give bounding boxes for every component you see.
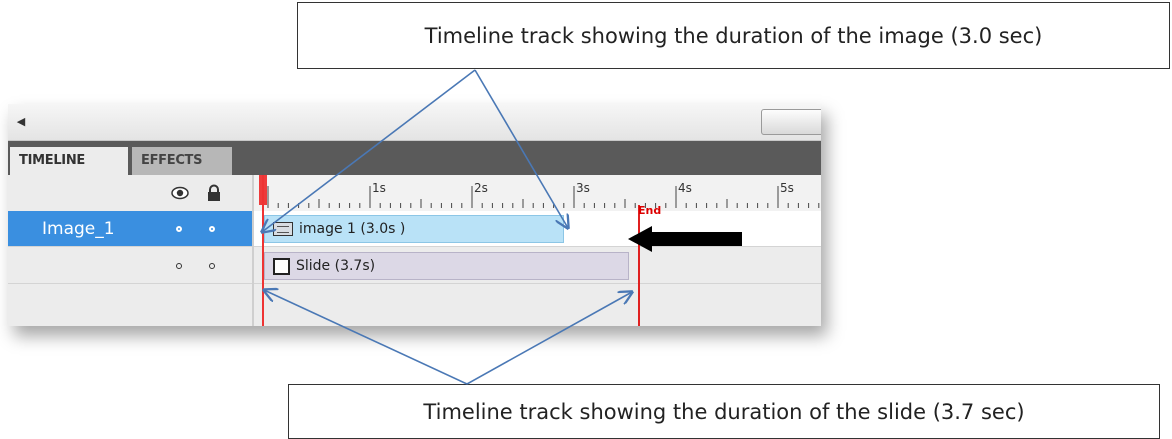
tab-timeline[interactable]: TIMELINE	[10, 147, 128, 175]
panel-tab-bar: TIMELINE EFFECTS	[8, 141, 821, 175]
ruler-label-5s: 5s	[780, 181, 794, 195]
ruler-label-1s: 1s	[372, 181, 386, 195]
eye-icon[interactable]	[170, 183, 190, 203]
visibility-toggle[interactable]	[176, 226, 182, 232]
layer-row-slide[interactable]	[8, 248, 252, 284]
ruler-label-3s: 3s	[576, 181, 590, 195]
playhead-line	[262, 175, 264, 326]
callout-slide-duration: Timeline track showing the duration of t…	[288, 384, 1160, 439]
tab-effects[interactable]: EFFECTS	[132, 147, 232, 175]
timeline-area[interactable]: 1s 2s 3s 4s 5s image 1 (3.0s ) Slide (3.…	[254, 175, 821, 326]
image-track-label: image 1 (3.0s )	[299, 221, 406, 237]
track-row-slide: Slide (3.7s)	[254, 248, 821, 284]
ruler-label-4s: 4s	[678, 181, 692, 195]
time-ruler[interactable]: 1s 2s 3s 4s 5s	[254, 175, 821, 212]
lock-icon[interactable]	[204, 183, 224, 203]
layer-list: Image_1	[8, 175, 254, 326]
slide-track-bar[interactable]: Slide (3.7s)	[264, 252, 629, 280]
track-row-image: image 1 (3.0s )	[254, 211, 821, 247]
timeline-panel-screenshot: ◀ TIMELINE EFFECTS Image_1 1s 2s 3s 4s 5…	[8, 104, 821, 326]
ruler-label-2s: 2s	[474, 181, 488, 195]
slide-icon	[273, 257, 290, 275]
image-track-bar[interactable]: image 1 (3.0s )	[264, 215, 564, 243]
scroll-thumb[interactable]	[761, 109, 821, 135]
end-marker-label: End	[638, 204, 662, 217]
layer-name: Image_1	[42, 219, 115, 239]
image-thumbnail-icon	[273, 222, 293, 236]
lock-toggle[interactable]	[209, 226, 215, 232]
lock-toggle[interactable]	[209, 263, 215, 269]
horizontal-scrollbar[interactable]: ◀	[8, 104, 821, 141]
ruler-ticks	[267, 186, 820, 208]
visibility-toggle[interactable]	[176, 263, 182, 269]
layer-row-image-1[interactable]: Image_1	[8, 211, 252, 247]
timeline-body: Image_1 1s 2s 3s 4s 5s image 1 (3.0s) S…	[8, 175, 821, 326]
scroll-left-arrow-icon[interactable]: ◀	[14, 114, 28, 130]
callout-image-duration: Timeline track showing the duration of t…	[297, 2, 1170, 69]
end-marker-line[interactable]	[638, 205, 640, 326]
slide-track-label: Slide (3.7s)	[296, 258, 376, 274]
